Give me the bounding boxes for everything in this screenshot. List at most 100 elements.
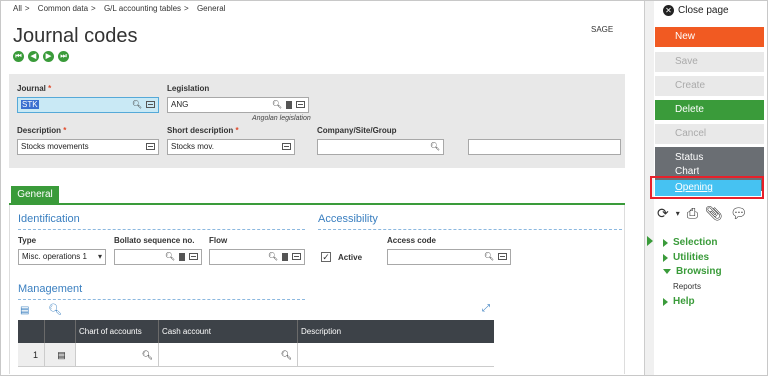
breadcrumb-separator: >: [24, 4, 30, 13]
grid-header-rownum: [18, 320, 45, 343]
search-icon[interactable]: 🔍︎: [484, 250, 494, 264]
cancel-button[interactable]: Cancel: [655, 124, 764, 144]
cell-chart-of-accounts[interactable]: 🔍︎: [76, 343, 159, 366]
search-icon[interactable]: 🔍︎: [132, 98, 142, 112]
tab-general[interactable]: General: [11, 186, 59, 203]
grid-settings-icon[interactable]: ▤: [20, 305, 29, 316]
legislation-field[interactable]: ANG 🔍︎: [167, 97, 309, 113]
breadcrumb-item-common-data[interactable]: Common data: [38, 4, 88, 13]
grid-header-chart-of-accounts[interactable]: Chart of accounts: [76, 320, 159, 343]
breadcrumb-separator: >: [91, 4, 96, 13]
grid-header-cash-account[interactable]: Cash account: [159, 320, 298, 343]
cell-cash-account[interactable]: 🔍︎: [159, 343, 298, 366]
menu-help[interactable]: Help: [663, 296, 695, 307]
accessibility-title: Accessibility: [318, 213, 378, 225]
details-icon[interactable]: [146, 143, 155, 150]
company-label: Company/Site/Group: [317, 126, 397, 135]
chevron-down-icon[interactable]: ▾: [98, 250, 102, 264]
details-icon[interactable]: [189, 253, 198, 260]
description-value: Stocks movements: [21, 142, 89, 151]
record-navigation: ⏮ ◀ ▶ ⏭: [13, 51, 69, 62]
status-button[interactable]: Status: [675, 152, 703, 163]
search-icon[interactable]: 🔍︎: [165, 250, 175, 264]
journal-field[interactable]: STK 🔍︎: [17, 97, 159, 113]
grid-header-action: [45, 320, 76, 343]
file-icon[interactable]: [286, 101, 292, 109]
refresh-icon[interactable]: ⟳: [657, 205, 669, 222]
section-divider: [18, 229, 305, 230]
company-field[interactable]: 🔍︎: [317, 139, 444, 155]
search-icon[interactable]: 🔍︎: [281, 343, 292, 367]
sage-label: SAGE: [591, 25, 614, 34]
save-button[interactable]: Save: [655, 52, 764, 72]
type-value: Misc. operations 1: [22, 252, 87, 261]
menu-browsing[interactable]: Browsing: [663, 266, 722, 277]
breadcrumb: All > Common data > G/L accounting tables >…: [13, 4, 227, 13]
breadcrumb-item-general: General: [196, 4, 226, 13]
details-icon[interactable]: [146, 101, 155, 108]
search-icon[interactable]: 🔍︎: [142, 343, 153, 367]
journal-value: STK: [21, 100, 39, 109]
delete-button[interactable]: Delete: [655, 100, 764, 120]
menu-label: Browsing: [676, 266, 722, 277]
cell-description[interactable]: [298, 343, 494, 366]
grid-header: Chart of accounts Cash account Descripti…: [18, 320, 494, 343]
file-icon[interactable]: [179, 253, 185, 261]
description-label: Description *: [17, 126, 67, 135]
details-icon[interactable]: [282, 143, 291, 150]
expand-arrow-icon: [663, 253, 668, 262]
management-title: Management: [18, 283, 83, 295]
legislation-value: ANG: [171, 100, 189, 109]
collapse-arrow-icon[interactable]: [647, 236, 653, 246]
search-icon[interactable]: 🔍︎: [268, 250, 278, 264]
close-icon: ✕: [663, 5, 674, 16]
details-icon[interactable]: [296, 101, 305, 108]
close-page-button[interactable]: ✕ Close page: [663, 5, 729, 16]
reports-link[interactable]: Reports: [673, 282, 701, 291]
menu-utilities[interactable]: Utilities: [663, 252, 709, 263]
search-icon[interactable]: 🔍︎: [272, 98, 282, 112]
attachment-icon[interactable]: 📎︎: [705, 205, 723, 222]
access-code-field[interactable]: 🔍︎: [387, 249, 511, 265]
next-record-icon[interactable]: ▶: [43, 51, 54, 62]
bollato-field[interactable]: 🔍︎: [114, 249, 202, 265]
opening-highlight: [650, 176, 764, 199]
previous-record-icon[interactable]: ◀: [28, 51, 39, 62]
type-label: Type: [18, 236, 37, 245]
management-grid: Chart of accounts Cash account Descripti…: [18, 320, 494, 367]
comment-icon[interactable]: 💬︎: [730, 205, 748, 222]
chevron-down-icon[interactable]: ▾: [676, 209, 680, 218]
last-record-icon[interactable]: ⏭: [58, 51, 69, 62]
legislation-label: Legislation: [167, 84, 210, 93]
identification-title: Identification: [18, 213, 80, 225]
print-icon[interactable]: ⎙: [687, 205, 698, 222]
new-button[interactable]: New: [655, 27, 764, 47]
first-record-icon[interactable]: ⏮: [13, 51, 24, 62]
search-icon[interactable]: 🔍︎: [430, 140, 440, 154]
breadcrumb-item-all[interactable]: All: [13, 4, 22, 13]
flow-field[interactable]: 🔍︎: [209, 249, 305, 265]
active-checkbox[interactable]: ✓: [321, 252, 331, 262]
close-page-label: Close page: [678, 5, 729, 16]
menu-selection[interactable]: Selection: [663, 237, 717, 248]
chart-button[interactable]: Chart: [675, 166, 699, 174]
grid-header-description[interactable]: Description: [298, 320, 494, 343]
section-divider: [318, 229, 622, 230]
company-description-field: [468, 139, 621, 155]
description-field[interactable]: Stocks movements: [17, 139, 159, 155]
row-number: 1: [18, 343, 45, 366]
short-description-field[interactable]: Stocks mov.: [167, 139, 295, 155]
search-icon[interactable]: 🔍︎: [48, 303, 62, 316]
table-row: 1 ▤ 🔍︎ 🔍︎: [18, 343, 494, 367]
file-icon[interactable]: [282, 253, 288, 261]
expand-icon[interactable]: ⤢: [482, 303, 490, 314]
type-select[interactable]: Misc. operations 1 ▾: [18, 249, 106, 265]
menu-label: Utilities: [673, 252, 710, 263]
toolbar-icons: ⟳ ▾ ⎙ 📎︎ 💬︎: [657, 205, 748, 222]
details-icon[interactable]: [498, 253, 507, 260]
row-menu-icon[interactable]: ▤: [45, 343, 76, 366]
breadcrumb-item-gl-tables[interactable]: G/L accounting tables: [104, 4, 181, 13]
details-icon[interactable]: [292, 253, 301, 260]
expand-arrow-icon: [663, 297, 668, 306]
create-button[interactable]: Create: [655, 76, 764, 96]
